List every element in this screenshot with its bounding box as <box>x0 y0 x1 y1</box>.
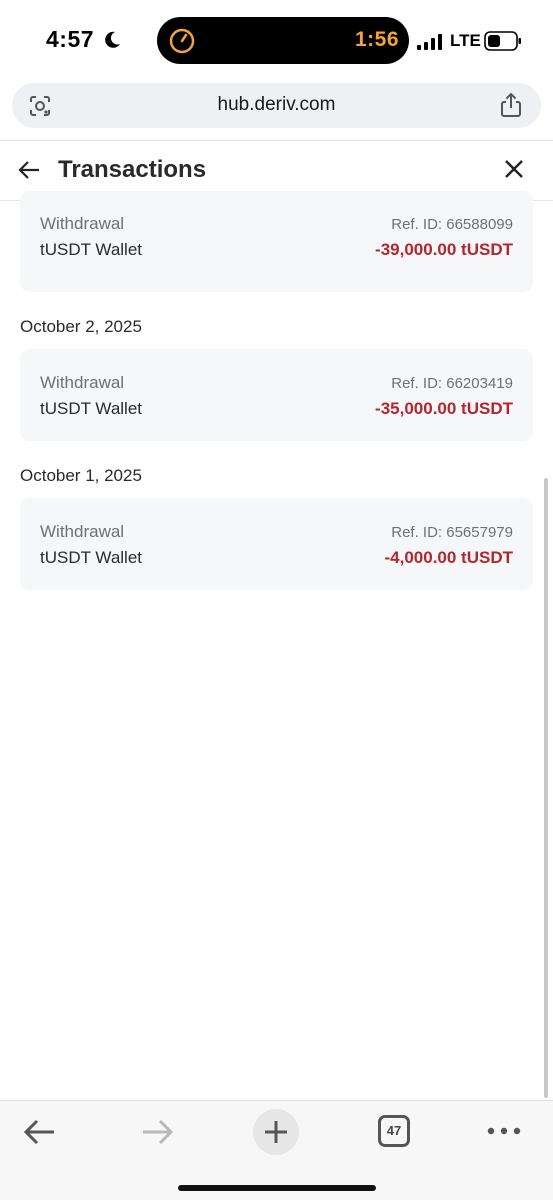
close-icon[interactable] <box>503 158 525 180</box>
forward-icon[interactable] <box>141 1117 175 1147</box>
network-label: LTE <box>450 31 481 50</box>
browser-toolbar: 47 <box>0 1100 553 1200</box>
transaction-ref-id: Ref. ID: 66203419 <box>391 375 513 392</box>
tab-switcher-button[interactable]: 47 <box>378 1115 410 1147</box>
transaction-card[interactable]: Withdrawal tUSDT Wallet Ref. ID: 6565797… <box>20 498 533 590</box>
back-icon[interactable] <box>22 1117 56 1147</box>
scrollbar[interactable] <box>544 478 548 1098</box>
url-text[interactable]: hub.deriv.com <box>12 94 541 116</box>
dynamic-island[interactable]: 1:56 <box>157 17 409 64</box>
new-tab-button[interactable] <box>253 1109 299 1155</box>
transaction-type: Withdrawal <box>40 214 125 233</box>
home-indicator[interactable] <box>178 1185 376 1191</box>
back-arrow-icon[interactable] <box>17 159 41 181</box>
transaction-amount: -39,000.00 tUSDT <box>375 240 513 259</box>
transaction-wallet: tUSDT Wallet <box>40 548 143 567</box>
transaction-type: Withdrawal <box>40 373 125 392</box>
timer-text: 1:56 <box>354 28 399 51</box>
tab-count: 47 <box>386 1123 402 1138</box>
more-icon[interactable] <box>486 1123 522 1139</box>
timer-icon <box>169 28 195 54</box>
transaction-ref-id: Ref. ID: 65657979 <box>391 524 513 541</box>
page-title: Transactions <box>58 156 207 183</box>
transaction-amount: -4,000.00 tUSDT <box>384 548 514 567</box>
signal-icon <box>417 34 442 50</box>
transaction-amount: -35,000.00 tUSDT <box>375 399 513 418</box>
transaction-wallet: tUSDT Wallet <box>40 399 143 418</box>
share-icon[interactable] <box>499 92 523 118</box>
date-label: October 1, 2025 <box>20 466 142 485</box>
transaction-wallet: tUSDT Wallet <box>40 240 143 259</box>
status-time: 4:57 <box>46 26 95 52</box>
battery-icon <box>484 31 521 51</box>
address-bar[interactable]: hub.deriv.com <box>12 83 541 128</box>
transaction-ref-id: Ref. ID: 66588099 <box>391 216 513 233</box>
transaction-card[interactable]: Withdrawal tUSDT Wallet Ref. ID: 6620341… <box>20 349 533 441</box>
moon-icon <box>105 31 120 48</box>
transaction-card[interactable]: Withdrawal tUSDT Wallet Ref. ID: 6658809… <box>20 191 533 292</box>
plus-icon <box>265 1121 287 1143</box>
transaction-type: Withdrawal <box>40 522 125 541</box>
date-label: October 2, 2025 <box>20 317 142 336</box>
status-bar: 4:57 1:56 LTE <box>0 0 553 80</box>
transactions-list: Withdrawal tUSDT Wallet Ref. ID: 6658809… <box>0 191 553 1101</box>
